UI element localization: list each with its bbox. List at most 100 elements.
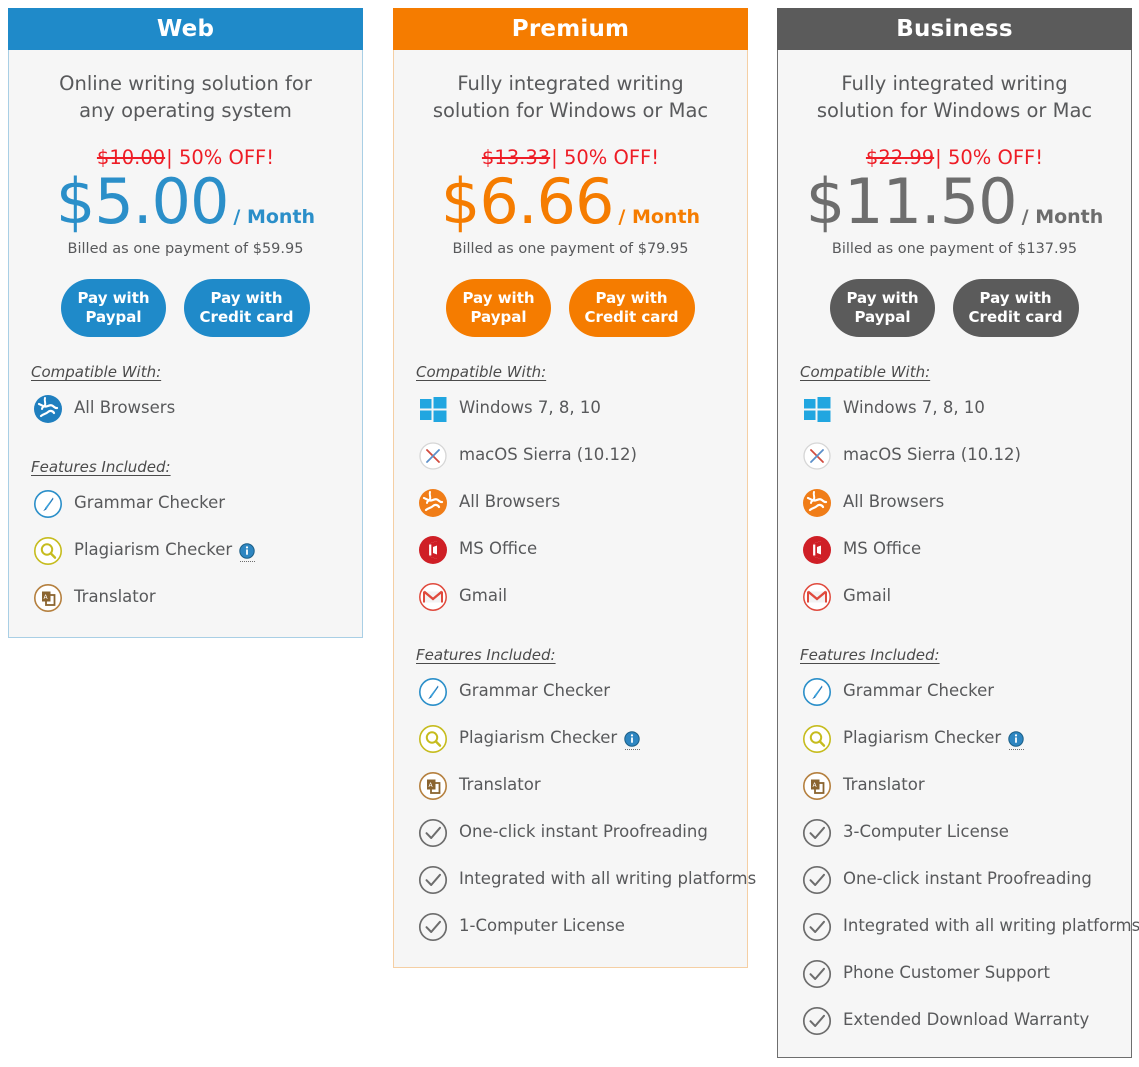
feature-item: Grammar Checker bbox=[416, 668, 725, 715]
compatible-item: All Browsers bbox=[31, 385, 340, 432]
compatible-item: Windows 7, 8, 10 bbox=[800, 385, 1109, 432]
feature-item-label: Plagiarism Checker bbox=[843, 728, 1002, 748]
compatible-item-label: Gmail bbox=[843, 586, 892, 606]
price-amount: $5.00 bbox=[55, 165, 229, 238]
feature-item: Integrated with all writing platforms bbox=[416, 856, 756, 903]
pay-button-line1: Pay with bbox=[210, 289, 283, 307]
feature-item-label: Grammar Checker bbox=[843, 681, 995, 701]
compatible-item-label: All Browsers bbox=[843, 492, 945, 512]
billed-note: Billed as one payment of $59.95 bbox=[67, 241, 304, 257]
check-circle-icon bbox=[800, 957, 834, 991]
plan-tagline-line2: solution for Windows or Mac bbox=[432, 99, 709, 122]
windows-icon bbox=[416, 392, 450, 426]
feature-info-tooltip-trigger[interactable] bbox=[239, 542, 255, 563]
info-icon[interactable] bbox=[239, 542, 255, 562]
pay-button-line1: Pay with bbox=[595, 289, 668, 307]
plan-tagline: Fully integrated writing solution for Win… bbox=[800, 70, 1109, 124]
pricing-table: Web Online writing solution for any operat… bbox=[0, 0, 1139, 1067]
compatible-item: MS Office bbox=[800, 526, 1109, 573]
compass-pen-icon bbox=[416, 675, 450, 709]
plan-body: Fully integrated writing solution for Win… bbox=[394, 50, 756, 968]
price-row: $5.00/ Month bbox=[31, 171, 340, 233]
feature-item: Integrated with all writing platforms bbox=[800, 903, 1139, 950]
feature-item-label: Translator bbox=[74, 587, 156, 607]
check-circle-icon bbox=[416, 910, 450, 944]
feature-item: Plagiarism Checker bbox=[416, 715, 725, 762]
macos-icon bbox=[416, 439, 450, 473]
pay-buttons: Pay with Paypal Pay with Credit card bbox=[31, 279, 340, 337]
magnifier-icon bbox=[800, 722, 834, 756]
feature-item: Phone Customer Support bbox=[800, 950, 1109, 997]
feature-item: One-click instant Proofreading bbox=[416, 809, 725, 856]
compatible-item-label: All Browsers bbox=[74, 398, 176, 418]
pay-button-line1: Pay with bbox=[846, 289, 919, 307]
price-period: / Month bbox=[233, 206, 316, 228]
pay-button-line2: Paypal bbox=[854, 308, 911, 326]
plan-tagline: Online writing solution for any operating… bbox=[31, 70, 340, 124]
features-included-title: Features Included: bbox=[416, 646, 556, 664]
check-circle-icon bbox=[800, 1004, 834, 1038]
compatible-list: All Browsers bbox=[31, 385, 340, 432]
feature-item-label: One-click instant Proofreading bbox=[843, 869, 1092, 889]
feature-item: Plagiarism Checker bbox=[31, 527, 340, 574]
features-list: Grammar Checker Plagiarism Checker A Transl… bbox=[416, 668, 756, 950]
feature-item-label: Plagiarism Checker bbox=[74, 540, 233, 560]
compatible-item: macOS Sierra (10.12) bbox=[416, 432, 725, 479]
info-icon[interactable] bbox=[1008, 730, 1024, 750]
features-included-title: Features Included: bbox=[31, 458, 171, 476]
features-list: Grammar Checker Plagiarism Checker A Transl… bbox=[31, 480, 340, 621]
plan-tagline: Fully integrated writing solution for Win… bbox=[416, 70, 725, 124]
feature-item: One-click instant Proofreading bbox=[800, 856, 1109, 903]
compatible-with-title: Compatible With: bbox=[800, 363, 931, 381]
check-circle-icon bbox=[800, 910, 834, 944]
pay-button-line2: Paypal bbox=[470, 308, 527, 326]
pay-with-paypal-button[interactable]: Pay with Paypal bbox=[830, 279, 935, 337]
pay-button-line2: Credit card bbox=[199, 308, 294, 326]
feature-item: Extended Download Warranty bbox=[800, 997, 1109, 1044]
price-amount: $6.66 bbox=[440, 165, 614, 238]
plan-tagline-line2: solution for Windows or Mac bbox=[816, 99, 1093, 122]
pay-with-credit-card-button[interactable]: Pay with Credit card bbox=[183, 279, 310, 337]
info-icon[interactable] bbox=[624, 730, 640, 750]
price-row: $11.50/ Month bbox=[800, 171, 1109, 233]
info-dotted-underline bbox=[239, 560, 255, 562]
feature-item-label: Extended Download Warranty bbox=[843, 1010, 1090, 1030]
macos-icon bbox=[800, 439, 834, 473]
translator-icon: A bbox=[416, 769, 450, 803]
pay-with-credit-card-button[interactable]: Pay with Credit card bbox=[568, 279, 695, 337]
translator-icon: A bbox=[800, 769, 834, 803]
feature-item-label: One-click instant Proofreading bbox=[459, 822, 708, 842]
pay-with-paypal-button[interactable]: Pay with Paypal bbox=[61, 279, 166, 337]
feature-item-label: Translator bbox=[459, 775, 541, 795]
feature-info-tooltip-trigger[interactable] bbox=[1008, 730, 1024, 751]
compatible-item: All Browsers bbox=[800, 479, 1109, 526]
feature-item-label: Integrated with all writing platforms bbox=[843, 916, 1139, 936]
billed-note: Billed as one payment of $79.95 bbox=[452, 241, 689, 257]
compatible-with-title: Compatible With: bbox=[31, 363, 162, 381]
plan-card-premium: Premium Fully integrated writing solution … bbox=[393, 8, 756, 968]
plan-body: Online writing solution for any operating… bbox=[9, 50, 362, 639]
feature-item-label: 1-Computer License bbox=[459, 916, 625, 936]
plan-title-premium: Premium bbox=[393, 8, 748, 50]
compatible-item-label: Windows 7, 8, 10 bbox=[843, 398, 985, 418]
feature-item: A Translator bbox=[31, 574, 340, 621]
globe-orange-icon bbox=[416, 486, 450, 520]
windows-icon bbox=[800, 392, 834, 426]
price-period: / Month bbox=[618, 206, 701, 228]
gmail-icon bbox=[416, 580, 450, 614]
pay-button-line2: Credit card bbox=[968, 308, 1063, 326]
features-included-title: Features Included: bbox=[800, 646, 940, 664]
compatible-item-label: macOS Sierra (10.12) bbox=[843, 445, 1021, 465]
pay-button-line1: Pay with bbox=[462, 289, 535, 307]
check-circle-icon bbox=[416, 863, 450, 897]
plan-tagline-line1: Online writing solution for bbox=[59, 72, 312, 95]
pay-button-line2: Credit card bbox=[584, 308, 679, 326]
features-list: Grammar Checker Plagiarism Checker A Transl… bbox=[800, 668, 1139, 1044]
pay-with-paypal-button[interactable]: Pay with Paypal bbox=[446, 279, 551, 337]
gmail-icon bbox=[800, 580, 834, 614]
compass-pen-icon bbox=[800, 675, 834, 709]
check-circle-icon bbox=[800, 816, 834, 850]
feature-info-tooltip-trigger[interactable] bbox=[624, 730, 640, 751]
feature-item-label: Translator bbox=[843, 775, 925, 795]
pay-with-credit-card-button[interactable]: Pay with Credit card bbox=[952, 279, 1079, 337]
